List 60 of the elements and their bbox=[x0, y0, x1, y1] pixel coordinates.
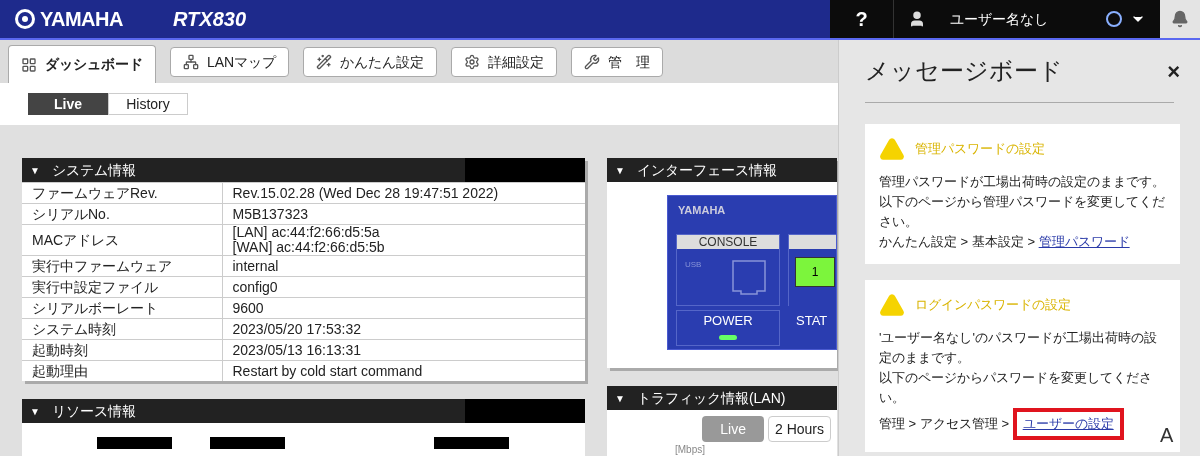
table-cell: 9600 bbox=[222, 297, 585, 319]
table-cell: シリアルNo. bbox=[22, 203, 222, 225]
message-title: 管理パスワードの設定 bbox=[915, 140, 1045, 159]
collapse-triangle-icon: ▼ bbox=[30, 162, 40, 178]
table-cell: Restart by cold start command bbox=[222, 360, 585, 381]
unit-label: [Mbps] bbox=[675, 443, 706, 456]
view-toggle-tab[interactable]: Live bbox=[28, 93, 108, 115]
breadcrumb-path: 管理 > アクセス管理 > bbox=[879, 415, 1011, 433]
brand-logo: YAMAHA bbox=[40, 7, 123, 32]
table-cell: 2023/05/20 17:53:32 bbox=[222, 318, 585, 340]
collapse-triangle-icon: ▼ bbox=[30, 403, 40, 419]
table-cell: システム時刻 bbox=[22, 318, 222, 340]
panel-header[interactable]: ▼ インターフェース情報 bbox=[607, 158, 837, 182]
message-text: 以下のページから管理パスワードを変更してください。 bbox=[879, 193, 1166, 231]
nav-tab[interactable]: かんたん設定 bbox=[303, 47, 438, 77]
power-label: POWER bbox=[703, 312, 753, 330]
panel-title: リソース情報 bbox=[51, 401, 136, 421]
close-button[interactable]: × bbox=[1167, 54, 1180, 88]
panel-header[interactable]: ▼ リソース情報 bbox=[22, 399, 585, 423]
message-text: 'ユーザー名なし'のパスワードが工場出荷時の設定のままです。 bbox=[879, 329, 1158, 367]
nav-tab[interactable]: ダッシュボード bbox=[8, 45, 156, 83]
collapse-triangle-icon: ▼ bbox=[615, 390, 625, 406]
nav-tab[interactable]: 管 理 bbox=[571, 47, 664, 77]
message-text: 以下のページからパスワードを変更してください。 bbox=[879, 369, 1153, 407]
range-button[interactable]: 2 Hours bbox=[767, 416, 831, 442]
panel-header[interactable]: ▼ システム情報 bbox=[22, 158, 585, 182]
panel-header[interactable]: ▼ トラフィック情報(LAN) bbox=[607, 386, 837, 410]
breadcrumb-path: かんたん設定 > 基本設定 > bbox=[879, 233, 1037, 251]
table-cell: ファームウェアRev. bbox=[22, 182, 222, 204]
table-cell: config0 bbox=[222, 276, 585, 298]
lan-port[interactable]: 1 bbox=[795, 257, 835, 287]
message-text: 管理パスワードが工場出荷時の設定のままです。 bbox=[879, 173, 1166, 191]
table-cell: 実行中ファームウェア bbox=[22, 255, 222, 277]
device-brand-logo: YAMAHA bbox=[678, 203, 726, 218]
table-cell: internal bbox=[222, 255, 585, 277]
table-cell: MACアドレス bbox=[22, 224, 222, 256]
nav-tab[interactable]: 詳細設定 bbox=[451, 47, 558, 77]
panel-title: メッセージボード bbox=[865, 56, 1063, 86]
model-name: RTX830 bbox=[173, 7, 246, 32]
table-cell: 実行中設定ファイル bbox=[22, 276, 222, 298]
table-cell: M5B137323 bbox=[222, 203, 585, 225]
console-label: CONSOLE bbox=[677, 235, 779, 249]
view-toggle-tab[interactable]: History bbox=[108, 93, 188, 115]
usb-label: USB bbox=[685, 259, 702, 271]
font-size-label: A bbox=[1160, 423, 1174, 448]
status-label: STAT bbox=[796, 312, 828, 330]
table-cell: 2023/05/13 16:13:31 bbox=[222, 339, 585, 361]
table-cell: Rev.15.02.28 (Wed Dec 28 19:47:51 2022) bbox=[222, 182, 585, 204]
settings-link[interactable]: 管理パスワード bbox=[1038, 232, 1130, 252]
table-cell: 起動理由 bbox=[22, 360, 222, 381]
nav-tab[interactable]: LANマップ bbox=[170, 47, 290, 77]
panel-title: トラフィック情報(LAN) bbox=[636, 388, 786, 408]
table-cell: 起動時刻 bbox=[22, 339, 222, 361]
settings-link[interactable]: ユーザーの設定 bbox=[1022, 416, 1114, 431]
table-cell: シリアルボーレート bbox=[22, 297, 222, 319]
panel-title: システム情報 bbox=[51, 160, 136, 180]
collapse-triangle-icon: ▼ bbox=[615, 162, 625, 178]
message-title: ログインパスワードの設定 bbox=[915, 296, 1071, 315]
user-name: ユーザー名なし bbox=[950, 9, 1048, 29]
panel-title: インターフェース情報 bbox=[636, 160, 777, 180]
